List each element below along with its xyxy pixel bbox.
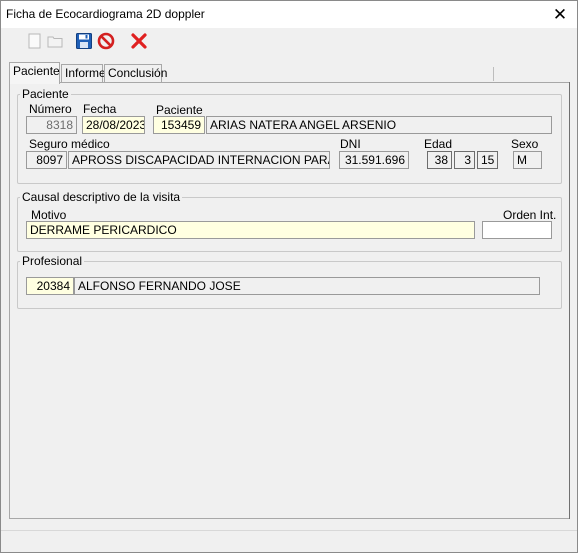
toolbar [1, 28, 577, 54]
profesional-group-legend: Profesional [22, 254, 83, 268]
tab-paciente[interactable]: Paciente [9, 62, 60, 84]
dialog-window: Ficha de Ecocardiograma 2D doppler ✕ Pac… [0, 0, 578, 553]
sexo-field[interactable]: M [513, 151, 542, 169]
tab-panel-paciente: Paciente Número Fecha Paciente 8318 28/0… [9, 82, 570, 519]
tab-strip-edge [493, 67, 494, 81]
open-folder-icon[interactable] [45, 31, 65, 51]
edad-years-field[interactable]: 38 [427, 151, 452, 169]
tab-informe[interactable]: Informe [61, 64, 106, 83]
fecha-field[interactable]: 28/08/2023 [82, 116, 145, 134]
numero-field[interactable]: 8318 [26, 116, 77, 134]
cancel-icon[interactable] [96, 31, 116, 51]
status-bar-divider [1, 530, 577, 531]
seguro-label: Seguro médico [29, 137, 110, 151]
causal-group-legend: Causal descriptivo de la visita [22, 190, 181, 204]
dni-field[interactable]: 31.591.696 [339, 151, 409, 169]
profesional-name-field[interactable]: ALFONSO FERNANDO JOSE [74, 277, 540, 295]
seguro-id-field[interactable]: 8097 [26, 151, 67, 169]
edad-months-field[interactable]: 3 [454, 151, 475, 169]
tab-conclusion[interactable]: Conclusión [104, 64, 167, 83]
profesional-id-field[interactable]: 20384 [26, 277, 74, 295]
title-bar: Ficha de Ecocardiograma 2D doppler ✕ [1, 1, 577, 28]
panel-border-right [569, 82, 570, 519]
fecha-label: Fecha [83, 102, 117, 116]
edad-days-field[interactable]: 15 [477, 151, 498, 169]
sexo-label: Sexo [511, 137, 539, 151]
dni-label: DNI [340, 137, 361, 151]
new-icon[interactable] [25, 31, 45, 51]
edad-label: Edad [424, 137, 453, 151]
motivo-field[interactable]: DERRAME PERICARDICO [26, 221, 475, 239]
orden-int-label: Orden Int. [503, 208, 557, 222]
paciente-label: Paciente [156, 103, 203, 117]
paciente-group-legend: Paciente [22, 87, 69, 101]
save-icon[interactable] [74, 31, 94, 51]
close-button[interactable]: ✕ [543, 1, 577, 28]
numero-label: Número [29, 102, 72, 116]
window-title: Ficha de Ecocardiograma 2D doppler [6, 7, 205, 21]
delete-icon[interactable] [129, 31, 149, 51]
motivo-label: Motivo [31, 208, 67, 222]
orden-int-field[interactable] [482, 221, 552, 239]
seguro-name-field[interactable]: APROSS DISCAPACIDAD INTERNACION PARA REH [68, 151, 330, 169]
paciente-name-field[interactable]: ARIAS NATERA ANGEL ARSENIO [206, 116, 552, 134]
paciente-id-field[interactable]: 153459 [153, 116, 205, 134]
